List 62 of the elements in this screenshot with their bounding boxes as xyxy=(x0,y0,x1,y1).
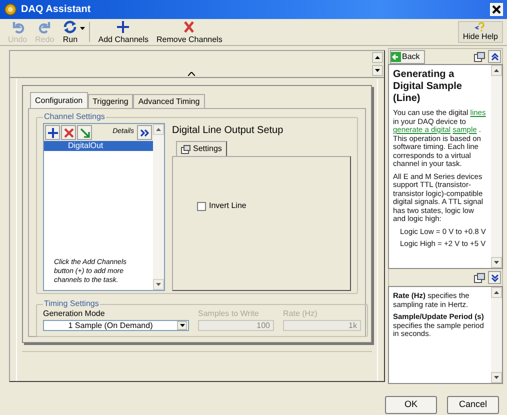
window-title: DAQ Assistant xyxy=(21,3,91,17)
plus-icon xyxy=(115,19,132,35)
down-arrow-icon xyxy=(375,69,380,72)
double-chevron-right-icon xyxy=(140,128,150,136)
sort-button[interactable] xyxy=(77,125,92,140)
field-label: Generation Mode xyxy=(43,308,106,320)
dialog-button[interactable]: OK xyxy=(385,396,437,414)
window-button[interactable] xyxy=(473,271,486,284)
up-arrow-icon xyxy=(494,69,499,72)
scroll-up-button[interactable] xyxy=(491,65,502,76)
down-arrow-icon xyxy=(494,261,499,264)
expand-button[interactable] xyxy=(488,271,501,284)
dropdown-caret-icon xyxy=(80,26,86,30)
group-title: Timing Settings xyxy=(43,298,100,310)
checkbox-label: Invert Line xyxy=(209,200,246,212)
circular-arrows-icon xyxy=(62,19,78,35)
window-icon xyxy=(474,52,485,62)
down-arrow-icon xyxy=(156,283,161,286)
collapse-button[interactable] xyxy=(488,50,501,63)
double-chevron-up-icon xyxy=(490,52,498,60)
up-arrow-icon xyxy=(375,56,380,59)
setup-title: Digital Line Output Setup xyxy=(172,124,284,138)
up-arrow-icon xyxy=(156,128,161,131)
generation-mode-dropdown[interactable]: 1 Sample (On Demand) xyxy=(43,320,189,331)
channel-item[interactable]: DigitalOut xyxy=(44,141,153,151)
cross-icon xyxy=(62,126,74,138)
tab[interactable]: Configuration xyxy=(30,92,88,108)
scroll-up-button[interactable] xyxy=(372,52,383,63)
scroll-down-button[interactable] xyxy=(491,372,502,383)
field-label: Rate (Hz) xyxy=(283,308,318,320)
help-icon xyxy=(473,22,488,32)
checkbox[interactable] xyxy=(197,202,206,210)
caret-up-icon xyxy=(188,72,194,76)
window-icon xyxy=(474,272,485,282)
help-heading: Generating a Digital Sample (Line) xyxy=(393,69,463,105)
close-icon xyxy=(492,5,501,14)
diagonal-arrow-icon xyxy=(78,126,90,138)
back-button[interactable]: Back xyxy=(390,50,425,64)
toolbar-button[interactable]: Remove Channels xyxy=(152,19,226,45)
plus-icon xyxy=(46,126,58,138)
toolbar-button[interactable]: Run xyxy=(58,19,82,45)
tab[interactable]: Advanced Timing xyxy=(133,94,205,108)
tab[interactable]: Triggering xyxy=(88,94,134,108)
dialog-button[interactable]: Cancel xyxy=(447,396,499,414)
dropdown-button[interactable] xyxy=(177,321,187,330)
down-arrow-icon xyxy=(180,324,184,327)
details-button[interactable] xyxy=(137,125,152,140)
scroll-up-button[interactable] xyxy=(491,287,502,298)
toolbar-button[interactable]: Add Channels xyxy=(94,19,153,45)
back-arrow-icon xyxy=(391,52,401,62)
tab[interactable]: Settings xyxy=(176,141,227,156)
scroll-down-button[interactable] xyxy=(372,65,383,76)
double-chevron-down-icon xyxy=(490,274,498,282)
field-label: Samples to Write xyxy=(198,308,260,320)
close-button[interactable] xyxy=(490,3,503,16)
window-icon xyxy=(181,144,191,154)
window-button[interactable] xyxy=(473,50,486,63)
group-title: Channel Settings xyxy=(43,111,106,123)
scroll-down-button[interactable] xyxy=(491,257,502,268)
up-arrow-icon xyxy=(494,291,499,294)
hide-help-button[interactable]: Hide Help xyxy=(458,21,503,43)
down-arrow-icon xyxy=(494,376,499,379)
